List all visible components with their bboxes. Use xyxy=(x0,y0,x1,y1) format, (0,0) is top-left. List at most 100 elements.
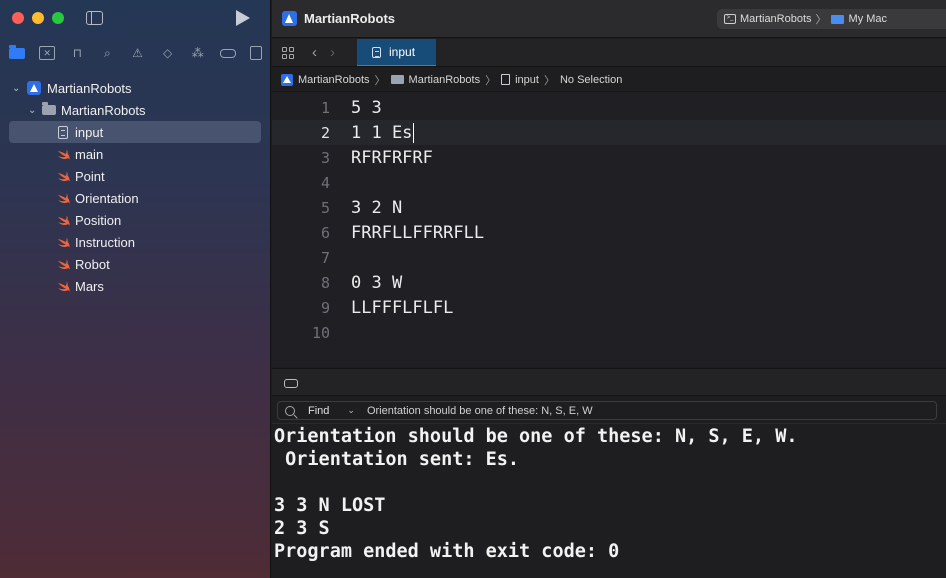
run-play-icon[interactable] xyxy=(236,10,250,26)
breadcrumb-item-project[interactable]: MartianRobots xyxy=(298,74,370,86)
test-navigator-diamond-icon[interactable]: ◇ xyxy=(160,46,176,60)
hide-debug-area-icon[interactable] xyxy=(284,379,298,388)
tree-file-row-main[interactable]: main xyxy=(0,143,271,165)
line-text-wrapper[interactable]: 1 1 Es xyxy=(351,122,415,143)
text-file-icon xyxy=(372,46,381,58)
tab-input[interactable]: input xyxy=(357,39,436,66)
debug-bar xyxy=(272,368,946,396)
line-number: 2 xyxy=(320,123,330,142)
tree-file-row-orientation[interactable]: Orientation xyxy=(0,187,271,209)
find-navigator-search-icon[interactable]: ⌕ xyxy=(99,46,115,60)
window-controls xyxy=(12,12,64,24)
breakpoint-navigator-icon[interactable] xyxy=(219,48,236,58)
project-navigator-folder-icon[interactable] xyxy=(9,44,26,59)
tree-project-row[interactable]: ⌄ MartianRobots xyxy=(0,77,271,99)
line-text[interactable]: LLFFFLFLFL xyxy=(351,298,453,318)
swift-file-icon xyxy=(57,281,70,292)
breadcrumb-item-file[interactable]: input xyxy=(515,74,539,86)
disclosure-chevron-down-icon[interactable]: ⌄ xyxy=(12,83,20,94)
tree-file-label: Point xyxy=(75,168,105,184)
related-items-grid-icon[interactable] xyxy=(282,47,294,59)
debug-navigator-spray-icon[interactable]: ⁂ xyxy=(190,46,206,60)
editor-line[interactable]: 1 5 3 xyxy=(272,95,946,120)
tree-file-row-robot[interactable]: Robot xyxy=(0,253,271,275)
tree-file-row-instruction[interactable]: Instruction xyxy=(0,231,271,253)
line-text[interactable]: 0 3 W xyxy=(351,273,402,293)
mac-laptop-icon xyxy=(830,14,844,24)
text-caret xyxy=(413,122,415,143)
issue-navigator-warning-icon[interactable]: ⚠ xyxy=(129,46,145,60)
tree-file-row-position[interactable]: Position xyxy=(0,209,271,231)
editor-line-current[interactable]: 2 1 1 Es xyxy=(272,120,946,145)
xcode-project-icon xyxy=(27,81,41,95)
window-title: MartianRobots xyxy=(304,11,395,26)
editor-line[interactable]: 8 0 3 W xyxy=(272,270,946,295)
tree-file-label: Robot xyxy=(75,256,110,272)
chevron-down-icon[interactable]: ⌄ xyxy=(347,405,355,416)
folder-icon xyxy=(42,102,56,115)
text-file-icon xyxy=(501,74,511,85)
sidebar-toggle-icon[interactable] xyxy=(86,11,103,25)
line-text[interactable]: 5 3 xyxy=(351,98,382,118)
scheme-name: MartianRobots xyxy=(740,13,812,25)
line-text[interactable]: 3 2 N xyxy=(351,198,402,218)
line-number: 7 xyxy=(320,248,330,267)
console-output[interactable]: Orientation should be one of these: N, S… xyxy=(272,425,946,578)
tree-file-label: main xyxy=(75,146,104,162)
editor-line[interactable]: 4 xyxy=(272,170,946,195)
chevron-right-icon: 〉 xyxy=(815,14,827,26)
report-navigator-icon[interactable] xyxy=(249,46,262,60)
xcode-project-icon xyxy=(282,11,297,26)
disclosure-chevron-down-icon[interactable]: ⌄ xyxy=(28,105,36,116)
navigate-back-chevron-icon[interactable]: ‹ xyxy=(312,44,317,61)
editor-line[interactable]: 5 3 2 N xyxy=(272,195,946,220)
find-mode-label[interactable]: Find xyxy=(308,405,329,417)
tree-file-label: Mars xyxy=(75,278,104,294)
editor-tab-bar: ‹ › input xyxy=(272,39,946,67)
folder-icon xyxy=(390,75,404,84)
breadcrumb-item-selection[interactable]: No Selection xyxy=(560,74,622,86)
line-number: 4 xyxy=(320,173,330,192)
zoom-window-button[interactable] xyxy=(52,12,64,24)
tree-project-label: MartianRobots xyxy=(47,80,132,96)
line-text[interactable]: 1 1 Es xyxy=(351,123,412,143)
line-text[interactable]: RFRFRFRF xyxy=(351,148,433,168)
tree-file-row-mars[interactable]: Mars xyxy=(0,275,271,297)
navigator-selector-bar: ✕ ⊓ ⌕ ⚠ ◇ ⁂ xyxy=(0,42,271,64)
tree-file-label: input xyxy=(75,124,104,140)
tree-group-label: MartianRobots xyxy=(61,102,146,118)
tree-file-row-input[interactable]: input xyxy=(9,121,261,143)
source-editor[interactable]: 1 5 3 2 1 1 Es 3 RFRFRFRF 4 5 3 2 N 6 FR… xyxy=(272,93,946,367)
project-tree: ⌄ MartianRobots ⌄ MartianRobots input ma… xyxy=(0,77,271,297)
swift-file-icon xyxy=(57,237,70,248)
search-icon xyxy=(285,405,295,416)
line-text[interactable]: FRRFLLFFRRFLL xyxy=(351,223,484,243)
tree-file-label: Orientation xyxy=(75,190,139,206)
minimize-window-button[interactable] xyxy=(32,12,44,24)
symbol-navigator-icon[interactable]: ⊓ xyxy=(69,46,85,60)
line-number: 10 xyxy=(311,323,330,342)
tree-file-label: Instruction xyxy=(75,234,135,250)
editor-line[interactable]: 6 FRRFLLFFRRFLL xyxy=(272,220,946,245)
scheme-selector[interactable]: >_ MartianRobots 〉 My Mac xyxy=(717,9,946,29)
chevron-right-icon: 〉 xyxy=(543,74,555,87)
editor-line[interactable]: 9 LLFFFLFLFL xyxy=(272,295,946,320)
navigate-forward-chevron-icon[interactable]: › xyxy=(330,44,335,61)
console-find-field[interactable]: Find ⌄ Orientation should be one of thes… xyxy=(277,401,937,420)
swift-file-icon xyxy=(57,215,70,226)
find-query-text[interactable]: Orientation should be one of these: N, S… xyxy=(367,405,593,417)
editor-line[interactable]: 10 xyxy=(272,320,946,345)
line-number: 3 xyxy=(320,148,330,167)
swift-file-icon xyxy=(57,171,70,182)
editor-line[interactable]: 7 xyxy=(272,245,946,270)
jump-bar-breadcrumb: MartianRobots 〉 MartianRobots 〉 input 〉 … xyxy=(272,68,946,92)
source-control-navigator-icon[interactable]: ✕ xyxy=(39,46,56,60)
editor-line[interactable]: 3 RFRFRFRF xyxy=(272,145,946,170)
breadcrumb-item-group[interactable]: MartianRobots xyxy=(409,74,481,86)
chevron-right-icon: 〉 xyxy=(485,74,497,87)
tree-file-row-point[interactable]: Point xyxy=(0,165,271,187)
swift-file-icon xyxy=(57,259,70,270)
run-destination[interactable]: My Mac xyxy=(849,13,888,25)
tree-group-row[interactable]: ⌄ MartianRobots xyxy=(0,99,271,121)
close-window-button[interactable] xyxy=(12,12,24,24)
